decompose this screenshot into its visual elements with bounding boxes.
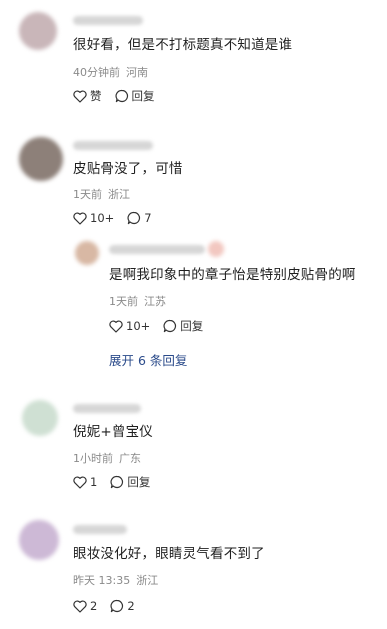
heart-outline-icon [73, 599, 87, 613]
reply-button[interactable]: 回复 [163, 318, 203, 334]
username-blurred[interactable] [73, 525, 127, 534]
speech-bubble-icon [110, 599, 124, 613]
comment-actions: 1 回复 [73, 474, 150, 490]
comment-location: 江苏 [144, 295, 166, 308]
expand-replies-link[interactable]: 展开 6 条回复 [109, 350, 187, 369]
comment-meta: 昨天 13:35 浙江 [73, 574, 158, 588]
comment-text: 眼妆没化好，眼睛灵气看不到了 [73, 546, 265, 562]
avatar[interactable] [19, 12, 57, 50]
speech-bubble-icon [115, 89, 129, 103]
avatar[interactable] [75, 241, 99, 265]
reply-count: 7 [144, 211, 152, 225]
comment-time: 昨天 13:35 [73, 574, 131, 587]
comment-location: 广东 [119, 452, 141, 465]
comment-location: 浙江 [108, 188, 130, 201]
speech-bubble-icon [163, 319, 177, 333]
comment-text: 是啊我印象中的章子怡是特别皮贴骨的啊 [109, 267, 356, 283]
reply-label: 回复 [131, 89, 155, 103]
like-count: 2 [90, 599, 98, 613]
comment-meta: 1小时前 广东 [73, 452, 141, 466]
reply-button[interactable]: 2 [110, 599, 135, 613]
heart-outline-icon [73, 475, 87, 489]
reply-label: 回复 [127, 475, 151, 489]
heart-outline-icon [73, 89, 87, 103]
comment-list: 很好看，但是不打标题真不知道是谁 40分钟前 河南 赞 回复 皮贴骨没了，可惜 1… [0, 0, 387, 629]
speech-bubble-icon [110, 475, 124, 489]
reply-button[interactable]: 回复 [115, 88, 155, 104]
reply-count: 2 [127, 599, 135, 613]
like-button[interactable]: 10+ [109, 319, 150, 333]
username-blurred[interactable] [73, 404, 141, 413]
like-count: 10+ [126, 319, 151, 333]
like-button[interactable]: 10+ [73, 211, 114, 225]
username-blurred[interactable] [73, 141, 153, 150]
comment-time: 1天前 [109, 295, 138, 308]
comment-actions: 2 2 [73, 598, 135, 614]
like-count: 1 [90, 475, 98, 489]
reply-label: 回复 [180, 319, 204, 333]
speech-bubble-icon [127, 211, 141, 225]
comment-location: 河南 [126, 66, 148, 79]
comment-text: 很好看，但是不打标题真不知道是谁 [73, 37, 293, 53]
comment-actions: 赞 回复 [73, 88, 155, 104]
heart-outline-icon [109, 319, 123, 333]
username-blurred[interactable] [109, 245, 205, 254]
avatar[interactable] [22, 400, 58, 436]
like-button[interactable]: 2 [73, 599, 97, 613]
username-blurred[interactable] [73, 16, 143, 25]
comment-actions: 10+ 7 [73, 210, 152, 226]
comment-meta: 40分钟前 河南 [73, 66, 148, 80]
comment-location: 浙江 [136, 574, 159, 587]
comment-time: 40分钟前 [73, 66, 120, 79]
like-label: 赞 [90, 89, 102, 103]
reply-button[interactable]: 回复 [110, 474, 150, 490]
heart-outline-icon [73, 211, 87, 225]
comment-time: 1天前 [73, 188, 102, 201]
comment-meta: 1天前 浙江 [73, 188, 130, 202]
comment-actions: 10+ 回复 [109, 318, 203, 334]
like-count: 10+ [90, 211, 115, 225]
avatar[interactable] [19, 137, 63, 181]
comment-time: 1小时前 [73, 452, 113, 465]
comment-meta: 1天前 江苏 [109, 295, 166, 309]
comment-text: 皮贴骨没了，可惜 [73, 161, 183, 177]
user-badge-icon [208, 241, 224, 257]
comment-text: 倪妮+曾宝仪 [73, 424, 154, 440]
avatar[interactable] [19, 520, 59, 560]
like-button[interactable]: 1 [73, 475, 97, 489]
reply-button[interactable]: 7 [127, 211, 152, 225]
like-button[interactable]: 赞 [73, 88, 102, 104]
